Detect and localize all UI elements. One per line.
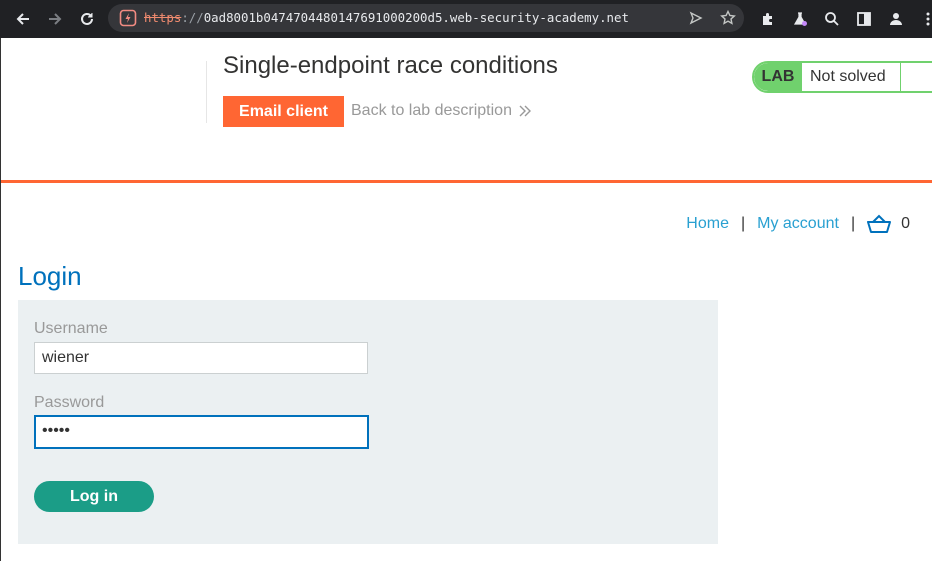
extensions-button[interactable] [756,7,780,31]
menu-button[interactable] [916,7,932,31]
bookmark-button[interactable] [718,8,738,28]
not-secure-icon[interactable] [119,9,137,27]
labs-button[interactable] [788,7,812,31]
header-divider [206,61,207,123]
nav-home-link[interactable]: Home [686,215,729,233]
login-title: Login [18,261,82,291]
reload-button[interactable] [75,7,99,31]
address-bar[interactable]: https://0ad8001b0474704480147691000200d5… [108,4,744,32]
nav-separator: | [850,215,856,232]
url-separator: :// [181,10,204,25]
back-to-lab-link[interactable]: Back to lab description [351,102,532,120]
arrow-right-icon [49,13,62,25]
password-field[interactable]: ••••• [34,415,369,449]
puzzle-icon [763,13,772,25]
kebab-menu-icon [926,12,930,26]
send-icon [689,11,703,25]
cart-link[interactable]: 0 [867,214,910,234]
url-text[interactable]: https://0ad8001b0474704480147691000200d5… [144,4,672,32]
arrow-left-icon [16,13,29,25]
login-button[interactable]: Log in [34,481,154,512]
flask-icon [793,12,807,26]
lab-header: Single-endpoint race conditions Email cl… [0,38,932,184]
forward-button[interactable] [43,7,67,31]
profile-button[interactable] [884,7,908,31]
nav-separator: | [740,215,746,232]
back-link-label: Back to lab description [351,102,512,119]
username-label: Username [34,320,108,337]
search-button[interactable] [820,7,844,31]
reload-icon [81,12,93,25]
lab-status-widget: LAB Not solved [752,61,932,93]
email-client-button[interactable]: Email client [223,96,344,127]
status-divider [900,63,901,91]
browser-toolbar: https://0ad8001b0474704480147691000200d5… [0,0,932,38]
top-navigation: Home | My account | 0 [686,214,910,234]
cart-count: 0 [901,215,910,232]
username-field[interactable]: wiener [34,342,368,374]
double-chevron-right-icon [519,105,531,117]
lab-title: Single-endpoint race conditions [223,52,558,79]
basket-icon [867,214,892,233]
side-panel-icon [857,12,871,26]
header-rule [1,180,932,183]
page-content: Home | My account | 0 Login Username wie… [0,184,932,561]
lab-status-text: Not solved [810,68,886,85]
send-tab-button[interactable] [686,8,706,28]
lab-badge: LAB [754,63,802,91]
side-panel-button[interactable] [852,7,876,31]
login-form: Username wiener Password ••••• Log in [18,300,718,544]
avatar-icon [890,13,902,25]
url-scheme: https [144,10,182,25]
back-button[interactable] [11,7,35,31]
url-host: 0ad8001b0474704480147691000200d5.web-sec… [203,10,629,25]
nav-my-account-link[interactable]: My account [757,215,839,233]
search-icon [825,12,839,26]
star-icon [720,10,736,25]
password-label: Password [34,394,105,411]
